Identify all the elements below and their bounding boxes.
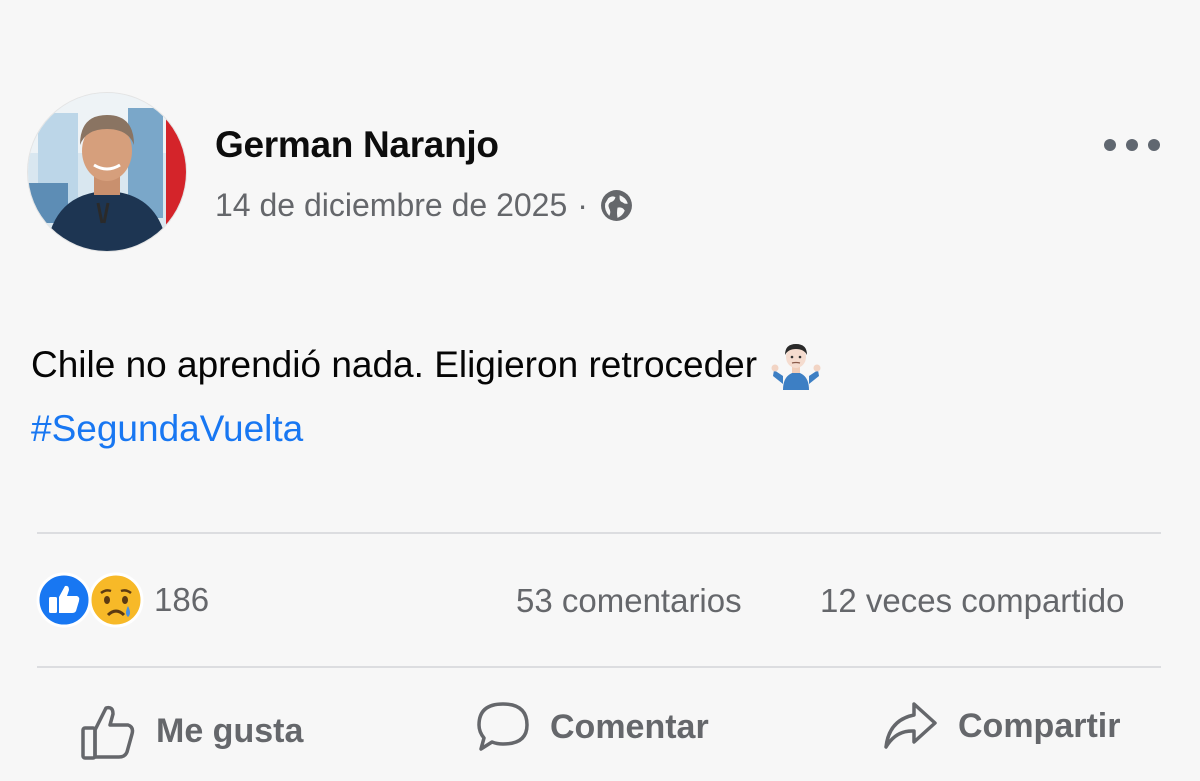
post-meta: 14 de diciembre de 2025 ·	[215, 187, 633, 224]
facebook-post: German Naranjo 14 de diciembre de 2025 ·…	[0, 0, 1200, 781]
post-body: Chile no aprendió nada. Eligieron retroc…	[31, 344, 758, 385]
post-text: Chile no aprendió nada. Eligieron retroc…	[31, 340, 821, 390]
author-avatar[interactable]	[27, 92, 187, 252]
dot-icon	[1104, 139, 1116, 151]
post-date[interactable]: 14 de diciembre de 2025	[215, 187, 567, 224]
reactions-summary[interactable]: 186	[36, 572, 209, 628]
like-label: Me gusta	[156, 711, 304, 750]
shares-count-link[interactable]: 12 veces compartido	[820, 582, 1125, 620]
divider	[37, 532, 1161, 534]
comment-icon	[477, 702, 529, 751]
comments-count-link[interactable]: 53 comentarios	[516, 582, 742, 620]
meta-separator: ·	[577, 187, 588, 223]
dot-icon	[1148, 139, 1160, 151]
share-arrow-icon	[884, 702, 937, 749]
reaction-count: 186	[154, 581, 210, 618]
comment-label: Comentar	[550, 707, 709, 746]
author-name[interactable]: German Naranjo	[215, 124, 499, 166]
comment-button[interactable]: Comentar	[476, 700, 709, 754]
globe-icon[interactable]	[600, 189, 633, 222]
avatar-photo	[28, 93, 186, 251]
like-button[interactable]: Me gusta	[80, 700, 303, 762]
dot-icon	[1126, 139, 1138, 151]
person-shrugging-emoji	[771, 344, 821, 390]
divider	[37, 666, 1161, 668]
sad-reaction-icon	[88, 572, 144, 628]
thumbs-up-icon	[81, 705, 135, 760]
share-button[interactable]: Compartir	[882, 700, 1120, 752]
more-options-button[interactable]	[1104, 134, 1160, 156]
hashtag-link[interactable]: #SegundaVuelta	[31, 408, 303, 450]
share-label: Compartir	[958, 706, 1121, 745]
like-reaction-icon	[36, 572, 92, 628]
